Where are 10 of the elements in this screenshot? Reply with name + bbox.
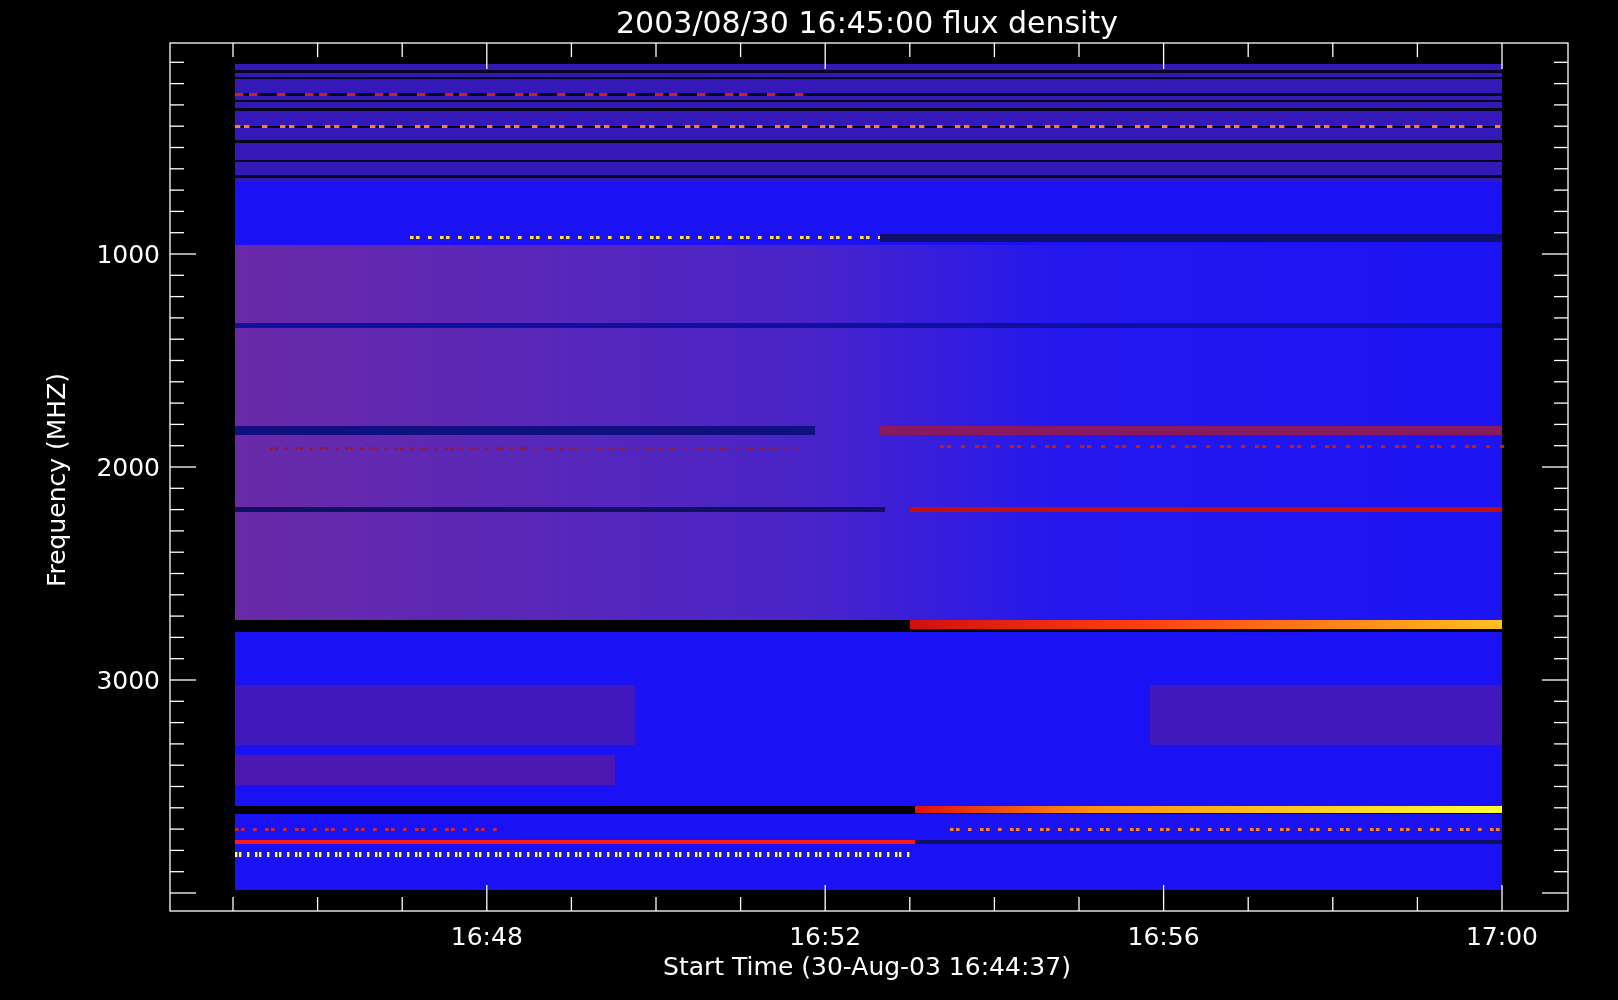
tick-label: 17:00 [1466, 922, 1538, 951]
tick-label: 1000 [96, 240, 160, 269]
tick-label: 16:48 [450, 922, 523, 951]
tick-label: 16:52 [789, 922, 862, 951]
axis-label: Frequency (MHZ) [42, 372, 71, 588]
tick-label: 16:56 [1127, 922, 1200, 951]
chart-title: 2003/08/30 16:45:00 flux density [616, 5, 1118, 40]
tick-label: 2000 [96, 453, 160, 482]
axis-label: Start Time (30-Aug-03 16:44:37) [663, 952, 1071, 981]
tick-label: 3000 [96, 666, 160, 695]
